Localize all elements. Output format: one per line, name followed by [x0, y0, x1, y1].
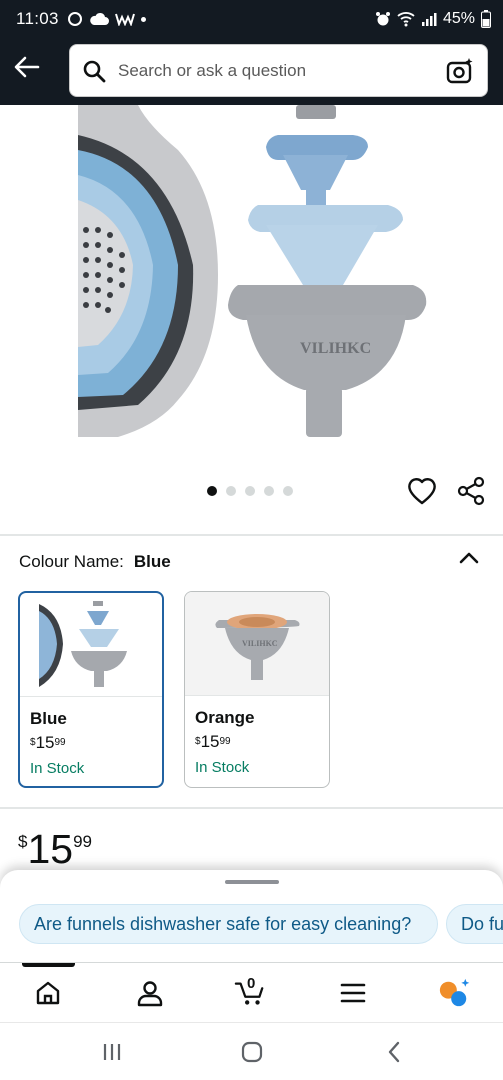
swatch-stock-status: In Stock [30, 760, 85, 777]
carousel-dot[interactable] [283, 486, 293, 496]
nav-home[interactable] [32, 977, 64, 1009]
share-icon [457, 476, 485, 506]
search-placeholder: Search or ask a question [118, 60, 307, 80]
arrow-left-icon [14, 56, 40, 78]
product-price: $ 15 99 [18, 826, 92, 872]
home-icon [36, 981, 60, 1005]
sheet-drag-handle[interactable] [225, 880, 279, 884]
section-divider [0, 534, 503, 536]
price-symbol: $ [18, 832, 28, 851]
recent-apps-button[interactable] [98, 1039, 126, 1065]
swatch-name: Blue [30, 709, 67, 728]
suggestions-sheet: Are funnels dishwasher safe for easy cle… [0, 870, 503, 970]
camera-sparkle-icon [446, 57, 473, 83]
swatch-thumbnail: VILIHKC [185, 592, 329, 696]
recent-apps-icon [103, 1044, 121, 1060]
status-bar: 11:03 45% [0, 0, 503, 38]
price-whole: 15 [27, 826, 74, 872]
system-status: 45% [375, 10, 491, 28]
heart-icon [408, 478, 436, 505]
wishlist-button[interactable] [406, 476, 438, 506]
chevron-up-icon [459, 552, 479, 564]
swatch-price: $1599 [30, 733, 66, 752]
account-icon [137, 981, 163, 1007]
home-square-icon [241, 1041, 263, 1063]
search-input[interactable]: Search or ask a question [69, 44, 488, 97]
battery-percent: 45% [442, 10, 475, 27]
active-tab-indicator [22, 963, 75, 967]
cloud-icon [89, 12, 109, 25]
rufus-icon [439, 978, 470, 1007]
price-fraction: 99 [73, 832, 92, 851]
swatch-stock-status: In Stock [195, 759, 250, 776]
suggestion-chip[interactable]: Do fu [446, 904, 503, 944]
section-divider [0, 807, 503, 809]
brand-text: VILIHKC [300, 340, 371, 357]
share-button[interactable] [456, 476, 486, 506]
carousel-dot[interactable] [226, 486, 236, 496]
nav-account[interactable] [134, 977, 166, 1009]
search-header: Search or ask a question [0, 38, 503, 105]
dot-icon [140, 16, 146, 22]
brand-text: VILIHKC [242, 639, 278, 648]
wwe-logo-icon [114, 13, 135, 26]
status-time: 11:03 [16, 9, 59, 28]
swatch-name: Orange [195, 708, 255, 727]
system-navigation-bar [0, 1022, 503, 1080]
carousel-dot[interactable] [245, 486, 255, 496]
cart-count: 0 [247, 975, 256, 992]
bottom-navigation: 0 [0, 962, 503, 1022]
nav-cart[interactable]: 0 [234, 975, 266, 1009]
image-carousel-dots[interactable] [207, 486, 293, 496]
swatch-price: $1599 [195, 732, 231, 751]
back-system-button[interactable] [380, 1039, 408, 1065]
menu-icon [340, 983, 366, 1003]
funnel-set-illustration: VILIHKC [78, 105, 427, 437]
colour-selected-value: Blue [133, 552, 171, 571]
back-button[interactable] [12, 52, 42, 82]
product-image[interactable]: VILIHKC [78, 105, 428, 440]
colour-label: Colour Name: [19, 552, 124, 571]
colour-swatch-blue[interactable]: Blue $1599 In Stock [18, 591, 164, 788]
chevron-left-icon [388, 1041, 400, 1063]
search-icon [83, 60, 106, 82]
carousel-dot[interactable] [207, 486, 217, 496]
suggestion-chip[interactable]: Are funnels dishwasher safe for easy cle… [19, 904, 438, 944]
notification-icons [67, 11, 146, 27]
signal-icon [421, 13, 437, 26]
battery-icon [481, 10, 491, 28]
alarm-icon [375, 12, 390, 26]
home-system-button[interactable] [238, 1039, 266, 1065]
collapse-colour-button[interactable] [457, 548, 481, 568]
wifi-icon [397, 12, 415, 27]
nav-menu[interactable] [337, 977, 369, 1009]
nav-rufus[interactable] [438, 977, 470, 1009]
swatch-thumbnail [20, 593, 162, 697]
colour-swatch-orange[interactable]: VILIHKC Orange $1599 In Stock [184, 591, 330, 788]
camera-search-button[interactable] [445, 56, 475, 86]
carousel-dot[interactable] [264, 486, 274, 496]
circle-notification-icon [67, 12, 82, 26]
colour-name-row: Colour Name: Blue [19, 552, 171, 572]
